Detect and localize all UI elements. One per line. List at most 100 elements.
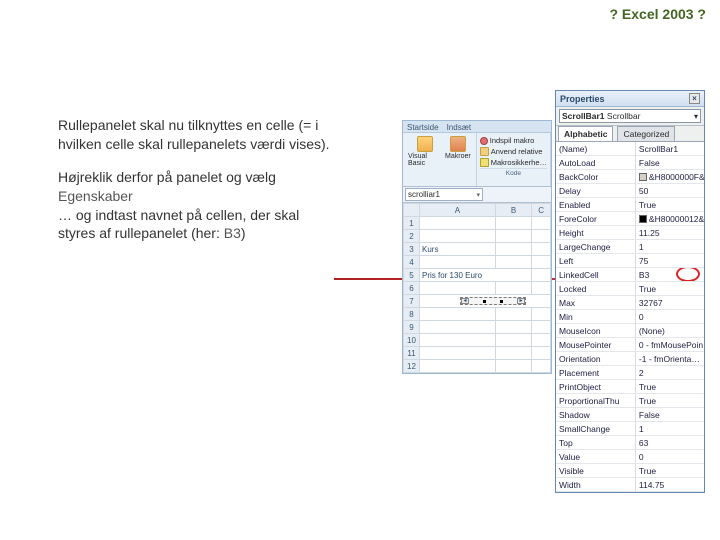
tab-alphabetic[interactable]: Alphabetic	[558, 126, 613, 141]
property-row[interactable]: LockedTrue	[556, 282, 704, 296]
property-value[interactable]: 50	[636, 184, 704, 197]
property-row[interactable]: Top63	[556, 436, 704, 450]
property-row[interactable]: LinkedCellB3	[556, 268, 704, 282]
property-value[interactable]: ScrollBar1	[636, 142, 704, 155]
row-header[interactable]: 8	[404, 308, 420, 321]
property-value[interactable]: True	[636, 282, 704, 295]
property-row[interactable]: Min0	[556, 310, 704, 324]
property-row[interactable]: PrintObjectTrue	[556, 380, 704, 394]
property-row[interactable]: EnabledTrue	[556, 198, 704, 212]
property-value[interactable]: True	[636, 380, 704, 393]
property-row[interactable]: MousePointer0 - fmMousePoin	[556, 338, 704, 352]
object-selector[interactable]: ScrollBar1 Scrollbar ▾	[559, 109, 701, 123]
property-value[interactable]: True	[636, 198, 704, 211]
property-name: (Name)	[556, 142, 636, 155]
property-value[interactable]: 114.75	[636, 478, 704, 491]
property-value[interactable]: &H80000012&	[636, 212, 704, 225]
property-row[interactable]: Left75	[556, 254, 704, 268]
row-header[interactable]: 7	[404, 295, 420, 308]
row-header[interactable]: 3	[404, 243, 420, 256]
row-header[interactable]: 9	[404, 321, 420, 334]
relative-refs-button[interactable]: Anvend relative	[480, 146, 547, 157]
highlight-circle	[676, 268, 700, 281]
property-row[interactable]: Orientation-1 - fmOrienta…	[556, 352, 704, 366]
ribbon-tabs: Startside Indsæt	[403, 121, 551, 133]
property-value[interactable]: &H8000000F&	[636, 170, 704, 183]
ribbon-body: Visual Basic Makroer Indspil makro Anven…	[403, 133, 551, 187]
excel-version-note: ? Excel 2003 ?	[609, 6, 706, 22]
property-row[interactable]: MouseIcon(None)	[556, 324, 704, 338]
cell-a5[interactable]: Pris for 130 Euro	[420, 269, 532, 282]
tab-categorized[interactable]: Categorized	[617, 126, 675, 141]
cell-a3[interactable]: Kurs	[420, 243, 496, 256]
property-value[interactable]: 2	[636, 366, 704, 379]
property-value[interactable]: 1	[636, 240, 704, 253]
properties-window: Properties × ScrollBar1 Scrollbar ▾ Alph…	[555, 90, 705, 493]
property-value[interactable]: 1	[636, 422, 704, 435]
property-value[interactable]: True	[636, 394, 704, 407]
property-name: Delay	[556, 184, 636, 197]
property-value[interactable]: B3	[636, 268, 704, 281]
row-header[interactable]: 2	[404, 230, 420, 243]
property-row[interactable]: BackColor&H8000000F&	[556, 170, 704, 184]
scroll-right-icon[interactable]: ▸	[517, 298, 525, 304]
property-row[interactable]: AutoLoadFalse	[556, 156, 704, 170]
property-value[interactable]: 11.25	[636, 226, 704, 239]
instr-p1: Rullepanelet skal nu tilknyttes en celle…	[58, 117, 330, 152]
property-value[interactable]: True	[636, 464, 704, 477]
property-name: ProportionalThu	[556, 394, 636, 407]
property-row[interactable]: (Name)ScrollBar1	[556, 142, 704, 156]
property-name: AutoLoad	[556, 156, 636, 169]
property-row[interactable]: Height11.25	[556, 226, 704, 240]
property-row[interactable]: Placement2	[556, 366, 704, 380]
property-name: Height	[556, 226, 636, 239]
color-swatch	[639, 173, 647, 181]
col-header-c[interactable]: C	[532, 204, 551, 217]
ribbon-tab-indsaet[interactable]: Indsæt	[447, 123, 471, 132]
color-swatch	[639, 215, 647, 223]
property-value[interactable]: 0 - fmMousePoin	[636, 338, 704, 351]
select-all-corner[interactable]	[404, 204, 420, 217]
row-header[interactable]: 12	[404, 360, 420, 373]
property-row[interactable]: VisibleTrue	[556, 464, 704, 478]
scroll-left-icon[interactable]: ◂	[461, 298, 469, 304]
col-header-b[interactable]: B	[495, 204, 532, 217]
property-value[interactable]: -1 - fmOrienta…	[636, 352, 704, 365]
property-row[interactable]: ForeColor&H80000012&	[556, 212, 704, 226]
property-row[interactable]: SmallChange1	[556, 422, 704, 436]
property-row[interactable]: ProportionalThuTrue	[556, 394, 704, 408]
property-row[interactable]: Value0	[556, 450, 704, 464]
ribbon-tab-startside[interactable]: Startside	[407, 123, 439, 132]
name-box[interactable]: scrolliar1 ▾	[405, 188, 483, 201]
instruction-text: Rullepanelet skal nu tilknyttes en celle…	[58, 116, 334, 257]
property-row[interactable]: ShadowFalse	[556, 408, 704, 422]
row-header[interactable]: 10	[404, 334, 420, 347]
col-header-a[interactable]: A	[420, 204, 496, 217]
row-header[interactable]: 1	[404, 217, 420, 230]
worksheet[interactable]: A B C 1 2 3Kurs 4 5Pris for 130 Euro 6 7…	[403, 203, 551, 373]
row-header[interactable]: 5	[404, 269, 420, 282]
property-value[interactable]: False	[636, 156, 704, 169]
row-header[interactable]: 4	[404, 256, 420, 269]
property-row[interactable]: Max32767	[556, 296, 704, 310]
property-name: Left	[556, 254, 636, 267]
row-header[interactable]: 11	[404, 347, 420, 360]
record-macro-button[interactable]: Indspil makro	[480, 135, 547, 146]
scrollbar-control[interactable]: ◂ ▸	[460, 297, 526, 305]
property-value[interactable]: (None)	[636, 324, 704, 337]
row-header[interactable]: 6	[404, 282, 420, 295]
property-value[interactable]: 63	[636, 436, 704, 449]
property-value[interactable]: 32767	[636, 296, 704, 309]
property-row[interactable]: LargeChange1	[556, 240, 704, 254]
property-row[interactable]: Width114.75	[556, 478, 704, 492]
close-icon[interactable]: ×	[689, 93, 700, 104]
property-value[interactable]: 0	[636, 450, 704, 463]
property-value[interactable]: 0	[636, 310, 704, 323]
excel-window: Startside Indsæt Visual Basic Makroer In…	[402, 120, 552, 374]
property-value[interactable]: False	[636, 408, 704, 421]
property-row[interactable]: Delay50	[556, 184, 704, 198]
macro-security-button[interactable]: Makrosikkerhe…	[480, 157, 547, 168]
property-value[interactable]: 75	[636, 254, 704, 267]
visual-basic-button[interactable]: Visual Basic	[406, 135, 443, 184]
makroer-button[interactable]: Makroer	[443, 135, 473, 184]
